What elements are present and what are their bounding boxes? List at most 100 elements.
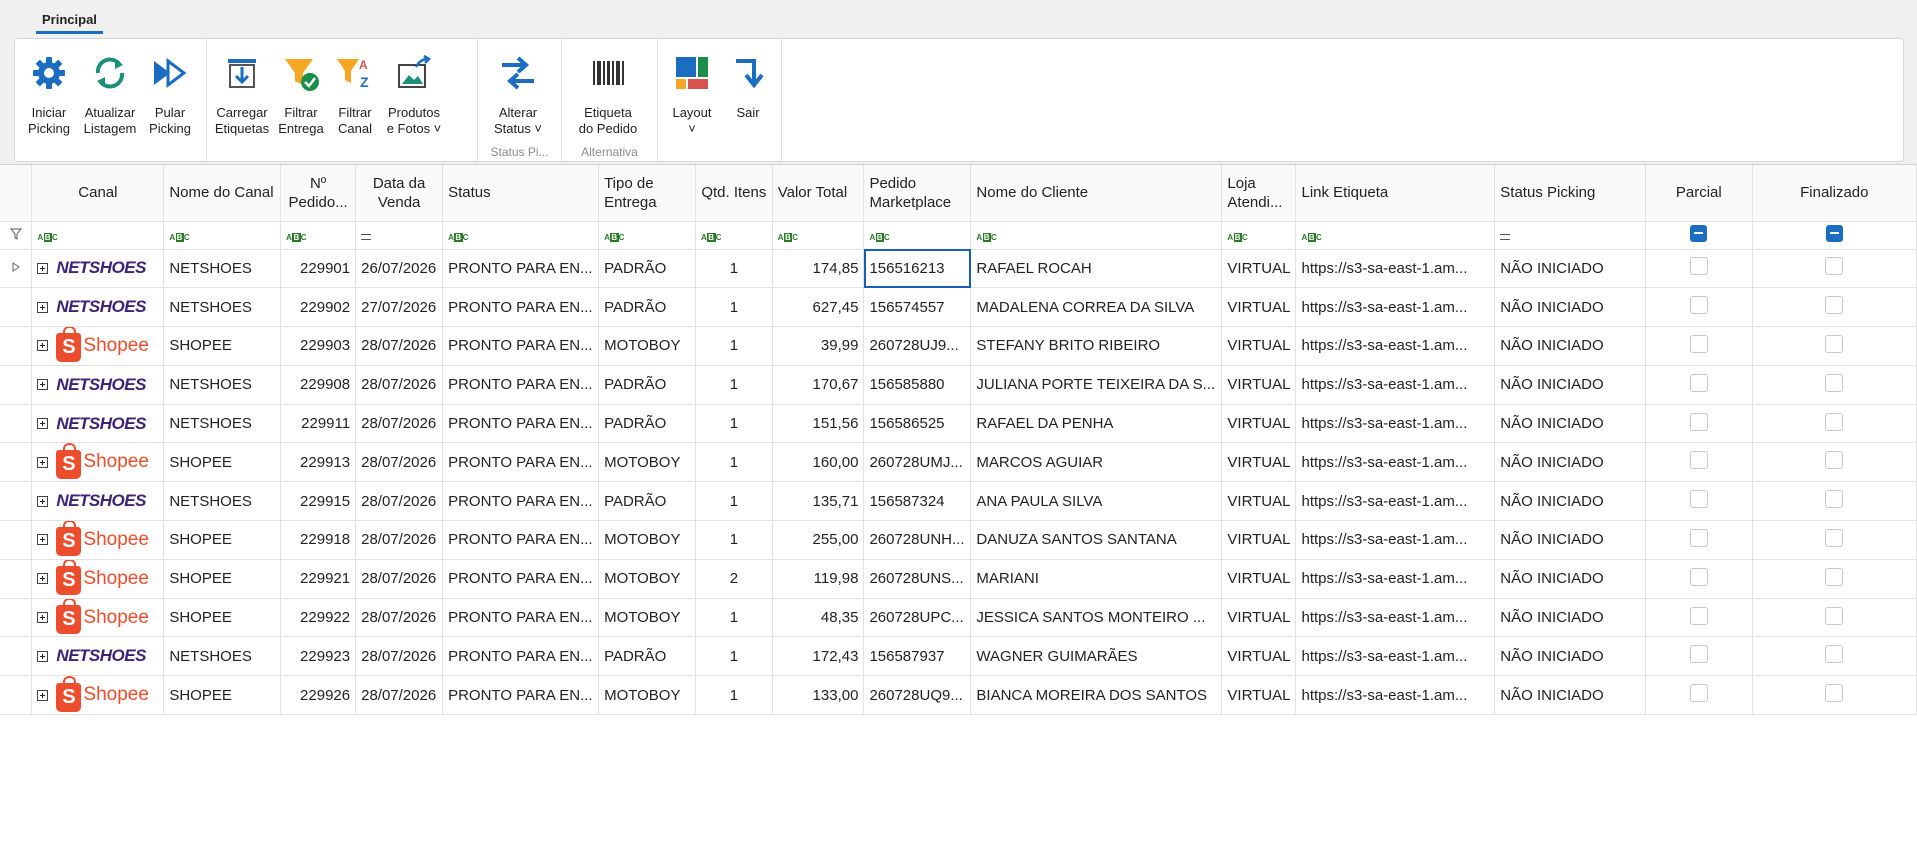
parcial-checkbox[interactable]	[1689, 567, 1708, 586]
cell-data-venda[interactable]: 28/07/2026	[355, 404, 444, 444]
cell-parcial[interactable]	[1645, 365, 1753, 405]
filter-finalizado[interactable]	[1752, 221, 1917, 250]
cell-pedido[interactable]: 229903	[280, 326, 357, 366]
cell-data-venda[interactable]: 28/07/2026	[355, 481, 444, 522]
cell-pedido-marketplace[interactable]: 156587324	[863, 481, 972, 522]
cell-finalizado[interactable]	[1752, 287, 1917, 328]
cell-status[interactable]: PRONTO PARA EN...	[442, 249, 600, 289]
cell-nome-cliente[interactable]: RAFAEL DA PENHA	[970, 404, 1223, 444]
cell-finalizado[interactable]	[1752, 249, 1917, 289]
cell-canal[interactable]: NETSHOES	[31, 636, 165, 677]
etiqueta-pedido-button[interactable]: Etiqueta do Pedido	[566, 43, 650, 161]
cell-nome-cliente[interactable]: ANA PAULA SILVA	[970, 481, 1223, 522]
cell-nome-cliente[interactable]: MARCOS AGUIAR	[970, 442, 1223, 483]
cell-nome-cliente[interactable]: MADALENA CORREA DA SILVA	[970, 287, 1223, 328]
cell-status-picking[interactable]: NÃO INICIADO	[1494, 598, 1646, 638]
indeterminate-checkbox[interactable]	[1825, 224, 1843, 242]
cell-status[interactable]: PRONTO PARA EN...	[442, 520, 600, 560]
cell-nome-canal[interactable]: SHOPEE	[163, 598, 282, 638]
atualizar-listagem-button[interactable]: Atualizar Listagem	[79, 43, 141, 161]
cell-parcial[interactable]	[1645, 481, 1753, 522]
cell-data-venda[interactable]: 28/07/2026	[355, 559, 444, 599]
cell-tipo-entrega[interactable]: MOTOBOY	[598, 559, 696, 599]
table-row[interactable]: S Shopee SHOPEE 229926 28/07/2026 PRONTO …	[0, 675, 1917, 716]
cell-status-picking[interactable]: NÃO INICIADO	[1494, 326, 1646, 366]
cell-data-venda[interactable]: 26/07/2026	[355, 249, 444, 289]
table-row[interactable]: S Shopee SHOPEE 229921 28/07/2026 PRONTO …	[0, 559, 1917, 599]
finalizado-checkbox[interactable]	[1825, 645, 1844, 664]
cell-qtd-itens[interactable]: 1	[695, 287, 773, 328]
cell-valor-total[interactable]: 39,99	[772, 326, 865, 366]
expand-row-icon[interactable]	[37, 495, 49, 507]
table-row[interactable]: S Shopee SHOPEE 229922 28/07/2026 PRONTO …	[0, 598, 1917, 638]
cell-qtd-itens[interactable]: 1	[695, 404, 773, 444]
cell-finalizado[interactable]	[1752, 404, 1917, 444]
cell-nome-canal[interactable]: NETSHOES	[163, 365, 282, 405]
row-indicator[interactable]	[0, 287, 33, 328]
cell-nome-cliente[interactable]: WAGNER GUIMARÃES	[970, 636, 1223, 677]
cell-link-etiqueta[interactable]: https://s3-sa-east-1.am...	[1295, 287, 1496, 328]
cell-pedido-marketplace[interactable]: 156586525	[863, 404, 972, 444]
row-indicator[interactable]	[0, 365, 33, 405]
produtos-fotos-button[interactable]: Produtos e Fotos ˅	[381, 43, 447, 161]
finalizado-checkbox[interactable]	[1825, 373, 1844, 392]
cell-status[interactable]: PRONTO PARA EN...	[442, 675, 600, 716]
row-indicator[interactable]	[0, 559, 33, 599]
filtrar-entrega-button[interactable]: Filtrar Entrega	[273, 43, 329, 161]
cell-status-picking[interactable]: NÃO INICIADO	[1494, 559, 1646, 599]
cell-finalizado[interactable]	[1752, 326, 1917, 366]
iniciar-picking-button[interactable]: Iniciar Picking	[19, 43, 79, 161]
cell-loja[interactable]: VIRTUAL	[1221, 636, 1297, 677]
table-row[interactable]: NETSHOES NETSHOES 229908 28/07/2026 PRON…	[0, 365, 1917, 405]
filter-link-etiqueta[interactable]: ABC	[1295, 221, 1496, 250]
col-header-link-etiqueta[interactable]: Link Etiqueta	[1295, 165, 1496, 222]
cell-status-picking[interactable]: NÃO INICIADO	[1494, 442, 1646, 483]
cell-nome-canal[interactable]: NETSHOES	[163, 404, 282, 444]
col-header-data-venda[interactable]: Data da Venda	[355, 165, 444, 222]
finalizado-checkbox[interactable]	[1825, 412, 1844, 431]
cell-loja[interactable]: VIRTUAL	[1221, 520, 1297, 560]
cell-qtd-itens[interactable]: 2	[695, 559, 773, 599]
parcial-checkbox[interactable]	[1689, 334, 1708, 353]
col-header-valor-total[interactable]: Valor Total	[772, 165, 865, 222]
parcial-checkbox[interactable]	[1689, 451, 1708, 470]
col-header-loja[interactable]: Loja Atendi...	[1221, 165, 1297, 222]
finalizado-checkbox[interactable]	[1825, 296, 1844, 315]
cell-link-etiqueta[interactable]: https://s3-sa-east-1.am...	[1295, 559, 1496, 599]
cell-data-venda[interactable]: 28/07/2026	[355, 520, 444, 560]
table-row[interactable]: NETSHOES NETSHOES 229902 27/07/2026 PRON…	[0, 287, 1917, 328]
cell-nome-canal[interactable]: NETSHOES	[163, 287, 282, 328]
row-indicator[interactable]	[0, 249, 33, 289]
cell-loja[interactable]: VIRTUAL	[1221, 326, 1297, 366]
cell-data-venda[interactable]: 28/07/2026	[355, 636, 444, 677]
cell-valor-total[interactable]: 135,71	[772, 481, 865, 522]
cell-qtd-itens[interactable]: 1	[695, 675, 773, 716]
finalizado-checkbox[interactable]	[1825, 567, 1844, 586]
cell-loja[interactable]: VIRTUAL	[1221, 287, 1297, 328]
layout-button[interactable]: Layout ˅	[662, 43, 722, 161]
cell-link-etiqueta[interactable]: https://s3-sa-east-1.am...	[1295, 249, 1496, 289]
row-indicator[interactable]	[0, 675, 33, 716]
cell-status-picking[interactable]: NÃO INICIADO	[1494, 481, 1646, 522]
row-indicator[interactable]	[0, 520, 33, 560]
cell-nome-cliente[interactable]: STEFANY BRITO RIBEIRO	[970, 326, 1223, 366]
filter-status[interactable]: ABC	[442, 221, 600, 250]
cell-finalizado[interactable]	[1752, 636, 1917, 677]
cell-status[interactable]: PRONTO PARA EN...	[442, 442, 600, 483]
row-indicator[interactable]	[0, 481, 33, 522]
cell-parcial[interactable]	[1645, 675, 1753, 716]
cell-pedido[interactable]: 229901	[280, 249, 357, 289]
tab-principal[interactable]: Principal	[36, 12, 103, 34]
cell-status-picking[interactable]: NÃO INICIADO	[1494, 249, 1646, 289]
cell-canal[interactable]: NETSHOES	[31, 249, 165, 289]
cell-finalizado[interactable]	[1752, 559, 1917, 599]
table-row[interactable]: S Shopee SHOPEE 229918 28/07/2026 PRONTO …	[0, 520, 1917, 560]
cell-nome-canal[interactable]: NETSHOES	[163, 249, 282, 289]
cell-loja[interactable]: VIRTUAL	[1221, 559, 1297, 599]
parcial-checkbox[interactable]	[1689, 296, 1708, 315]
cell-canal[interactable]: NETSHOES	[31, 481, 165, 522]
cell-pedido[interactable]: 229926	[280, 675, 357, 716]
table-row[interactable]: S Shopee SHOPEE 229903 28/07/2026 PRONTO …	[0, 326, 1917, 366]
filter-tipo-entrega[interactable]: ABC	[598, 221, 696, 250]
cell-data-venda[interactable]: 27/07/2026	[355, 287, 444, 328]
